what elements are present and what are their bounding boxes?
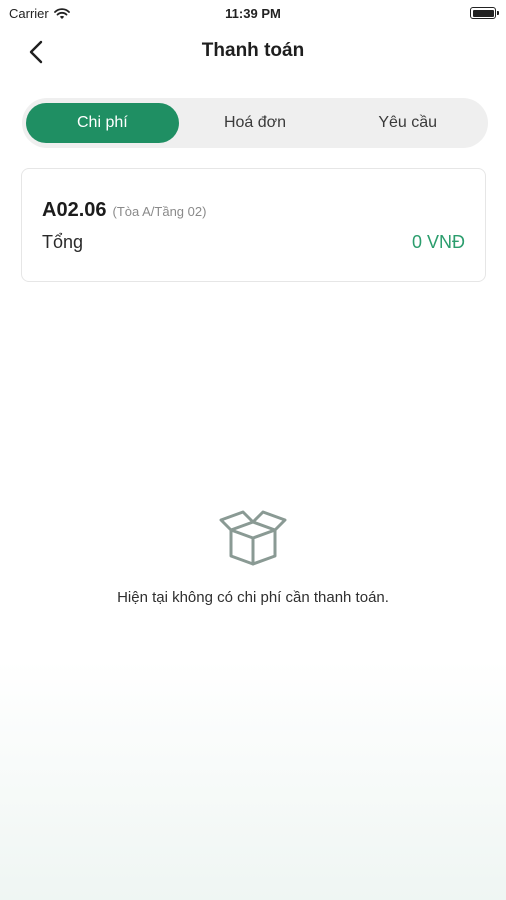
tab-hoa-don[interactable]: Hoá đơn [179, 103, 332, 143]
payment-tabs: Chi phí Hoá đơn Yêu cầu [22, 98, 488, 148]
status-bar: Carrier 11:39 PM [0, 0, 506, 28]
unit-location: (Tòa A/Tầng 02) [112, 204, 207, 219]
empty-message: Hiện tại không có chi phí cần thanh toán… [117, 589, 389, 606]
empty-state: Hiện tại không có chi phí cần thanh toán… [0, 508, 506, 606]
tab-chi-phi[interactable]: Chi phí [26, 103, 179, 143]
tab-yeu-cau[interactable]: Yêu cầu [331, 103, 484, 143]
unit-code: A02.06 [42, 199, 107, 221]
total-amount: 0 VNĐ [411, 232, 465, 252]
unit-header: A02.06 (Tòa A/Tầng 02) [42, 199, 206, 222]
nav-header: Thanh toán [0, 30, 506, 74]
unit-cost-card[interactable]: A02.06 (Tòa A/Tầng 02) Tổng 0 VNĐ [21, 168, 486, 282]
background-glow [0, 660, 506, 900]
open-box-icon [217, 508, 289, 568]
battery-icon [470, 7, 499, 19]
payment-screen: Carrier 11:39 PM Thanh toán Chi phí Hoá … [0, 0, 506, 900]
clock: 11:39 PM [225, 6, 281, 21]
page-title: Thanh toán [201, 40, 305, 61]
total-label: Tổng [42, 232, 84, 252]
